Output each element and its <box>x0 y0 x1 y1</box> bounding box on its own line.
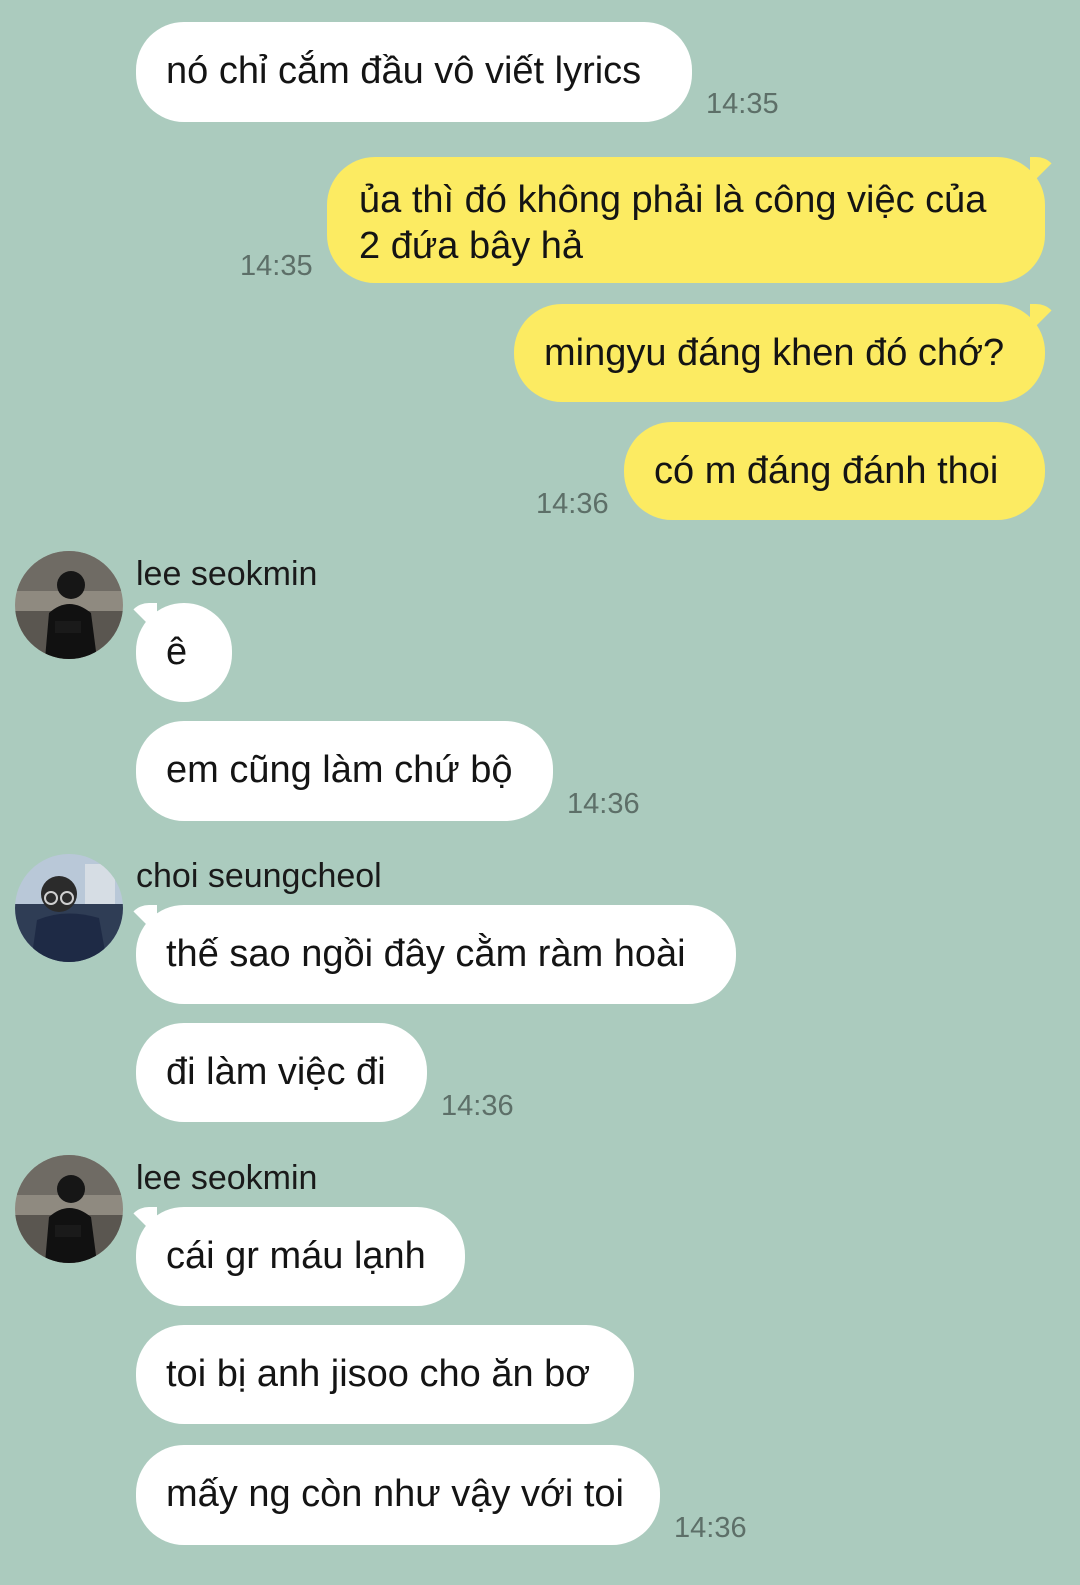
message-bubble[interactable]: có m đáng đánh thoi <box>624 422 1045 520</box>
photo-avatar-glasses-icon <box>15 854 123 962</box>
message-timestamp: 14:35 <box>706 88 779 120</box>
avatar[interactable] <box>15 551 123 659</box>
photo-avatar-dark-icon <box>15 551 123 659</box>
message-bubble[interactable]: mấy ng còn như vậy với toi <box>136 1445 660 1545</box>
bubble-tail <box>1030 157 1058 185</box>
message-bubble[interactable]: cái gr máu lạnh <box>136 1207 465 1306</box>
message-timestamp: 14:36 <box>674 1512 747 1544</box>
sender-name: lee seokmin <box>136 555 318 593</box>
bubble-tail <box>1030 304 1058 332</box>
message-bubble[interactable]: mingyu đáng khen đó chớ? <box>514 304 1045 402</box>
photo-avatar-dark-icon <box>15 1155 123 1263</box>
message-timestamp: 14:36 <box>567 788 640 820</box>
message-bubble[interactable]: em cũng làm chứ bộ <box>136 721 553 821</box>
sender-name: lee seokmin <box>136 1159 318 1197</box>
message-timestamp: 14:36 <box>536 488 609 520</box>
message-bubble[interactable]: ê <box>136 603 232 702</box>
avatar[interactable] <box>15 1155 123 1263</box>
message-bubble[interactable]: ủa thì đó không phải là công việc của 2 … <box>327 157 1045 283</box>
message-timestamp: 14:36 <box>441 1090 514 1122</box>
message-timestamp: 14:35 <box>240 250 313 282</box>
sender-name: choi seungcheol <box>136 857 382 895</box>
avatar[interactable] <box>15 854 123 962</box>
message-bubble[interactable]: thế sao ngồi đây cằm ràm hoài <box>136 905 736 1004</box>
message-bubble[interactable]: nó chỉ cắm đầu vô viết lyrics <box>136 22 692 122</box>
message-bubble[interactable]: đi làm việc đi <box>136 1023 427 1122</box>
message-bubble[interactable]: toi bị anh jisoo cho ăn bơ <box>136 1325 634 1424</box>
